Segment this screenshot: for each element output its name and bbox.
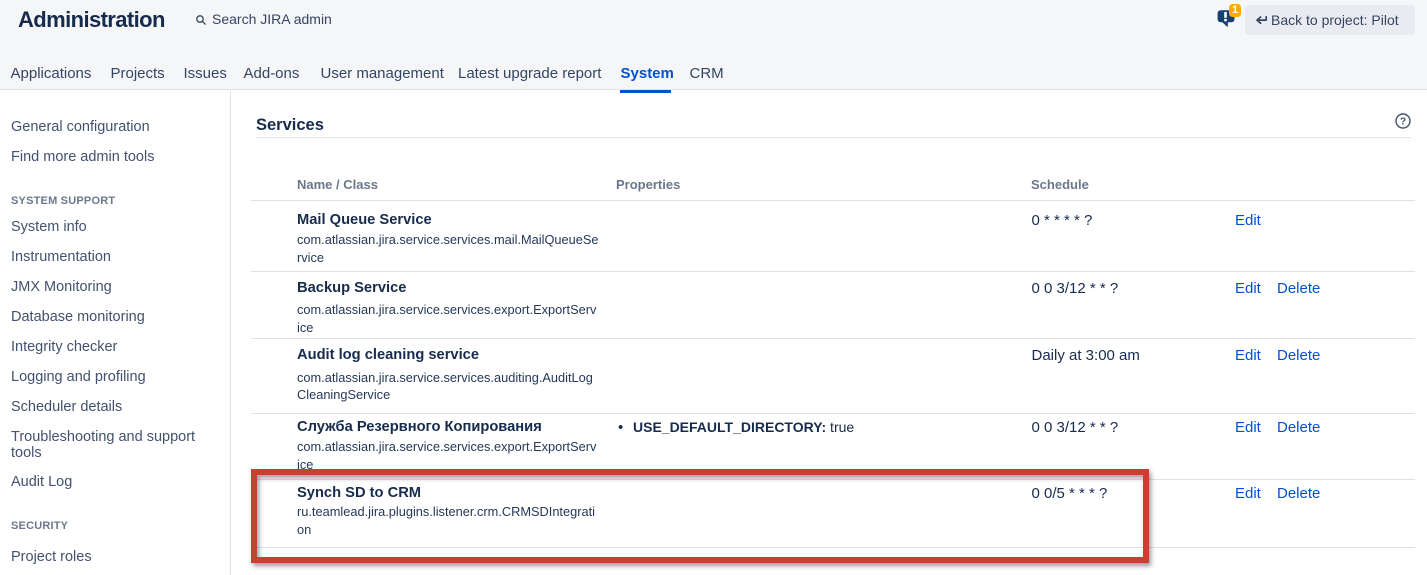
svg-text:?: ? [1400, 117, 1406, 128]
